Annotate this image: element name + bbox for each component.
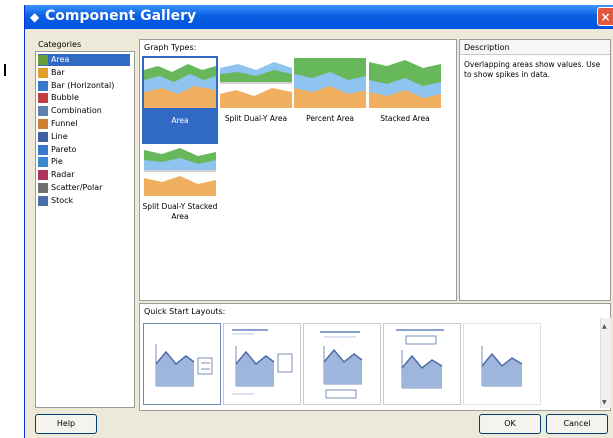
scroll-up-icon[interactable]: ▲ [602,324,608,330]
category-label: Area [51,55,70,64]
category-label: Bubble [51,93,79,103]
category-item[interactable]: Area [38,54,130,66]
category-label: Radar [51,170,75,180]
bubble-chart-icon [38,93,48,104]
category-label: Line [51,131,68,141]
category-label: Bar (Horizontal) [51,80,115,90]
description-label: Description [464,43,510,52]
line-chart-icon [38,131,48,142]
category-label: Stock [51,195,74,205]
layout-option-4[interactable] [383,323,461,405]
split-dual-y-stacked-area-thumbnail [144,146,216,196]
quick-start-scrollbar[interactable] [600,318,611,408]
category-item[interactable]: Funnel [38,118,130,130]
funnel-chart-icon [38,119,48,129]
categories-list: Area Bar Bar (Horizontal) Bubble Combination… [35,51,135,408]
layout-5-thumbnail [481,346,523,387]
graph-type-label: Split Dual-Y Area [224,114,288,123]
title-bar: ◆ Component Gallery × [25,5,613,29]
stacked-area-thumbnail [369,58,441,108]
ok-button[interactable]: OK [479,414,541,434]
category-label: Bar [51,67,65,77]
category-item[interactable]: Bar [38,67,130,79]
graph-types-label: Graph Types: [144,43,197,52]
category-item[interactable]: Combination [38,105,130,117]
layout-4-thumbnail [396,329,444,389]
radar-chart-icon [38,170,48,181]
description-text: Overlapping areas show values. Use to sh… [464,60,601,79]
category-item[interactable]: Stock [38,195,130,207]
graph-type-percent-area[interactable]: Percent Area [292,56,368,144]
category-label: Funnel [51,119,78,128]
layout-option-5[interactable] [463,323,541,405]
split-dual-y-area-thumbnail [220,58,292,108]
stock-chart-icon [38,195,48,206]
category-item[interactable]: Pareto [38,144,130,156]
horizontal-bar-chart-icon [38,80,48,91]
layout-3-thumbnail [320,331,363,399]
app-icon: ◆ [30,10,40,24]
quick-start-label: Quick Start Layouts: [144,307,226,316]
layout-option-1[interactable] [143,323,221,405]
pareto-chart-icon [38,144,48,155]
graph-type-split-dual-y-stacked-area[interactable]: Split Dual-Y Stacked Area [142,144,218,232]
layout-1-thumbnail [155,344,213,387]
category-item[interactable]: Bar (Horizontal) [38,80,130,92]
left-edge-mark [4,64,6,76]
layout-option-3[interactable] [303,323,381,405]
graph-type-split-dual-y-area[interactable]: Split Dual-Y Area [218,56,294,144]
category-label: Combination [51,106,102,116]
category-item[interactable]: Bubble [38,92,130,104]
graph-type-label: Split Dual-Y Stacked Area [142,202,218,221]
graph-types-panel: Graph Types: Area Split Dual-Y Area Perc… [139,39,457,301]
close-button[interactable]: × [597,7,613,26]
scroll-down-icon[interactable]: ▼ [602,400,608,406]
bar-chart-icon [38,67,48,78]
component-gallery-dialog: ◆ Component Gallery × Categories Area Bar… [24,5,613,438]
category-label: Pareto [51,144,77,154]
combination-chart-icon [38,106,48,117]
help-button[interactable]: Help [35,414,97,434]
description-panel: Description Overlapping areas show value… [459,39,611,301]
graph-type-label: Area [171,116,189,125]
graph-type-area[interactable]: Area [142,56,218,144]
category-item[interactable]: Scatter/Polar [38,182,130,194]
percent-area-thumbnail [294,58,366,108]
categories-label: Categories [38,40,82,49]
area-chart-icon [38,55,48,65]
window-title: Component Gallery [45,8,197,24]
category-label: Scatter/Polar [51,183,103,192]
graph-type-label: Stacked Area [380,114,430,123]
graph-type-stacked-area[interactable]: Stacked Area [367,56,443,144]
category-item[interactable]: Radar [38,169,130,181]
category-item[interactable]: Pie [38,156,130,168]
layout-2-thumbnail [232,329,293,395]
graph-type-label: Percent Area [306,114,354,123]
area-thumbnail [144,58,216,108]
category-item[interactable]: Line [38,131,130,143]
scatter-chart-icon [38,183,48,193]
layout-option-2[interactable] [223,323,301,405]
cancel-button[interactable]: Cancel [546,414,608,434]
category-label: Pie [51,157,63,167]
pie-chart-icon [38,157,48,168]
